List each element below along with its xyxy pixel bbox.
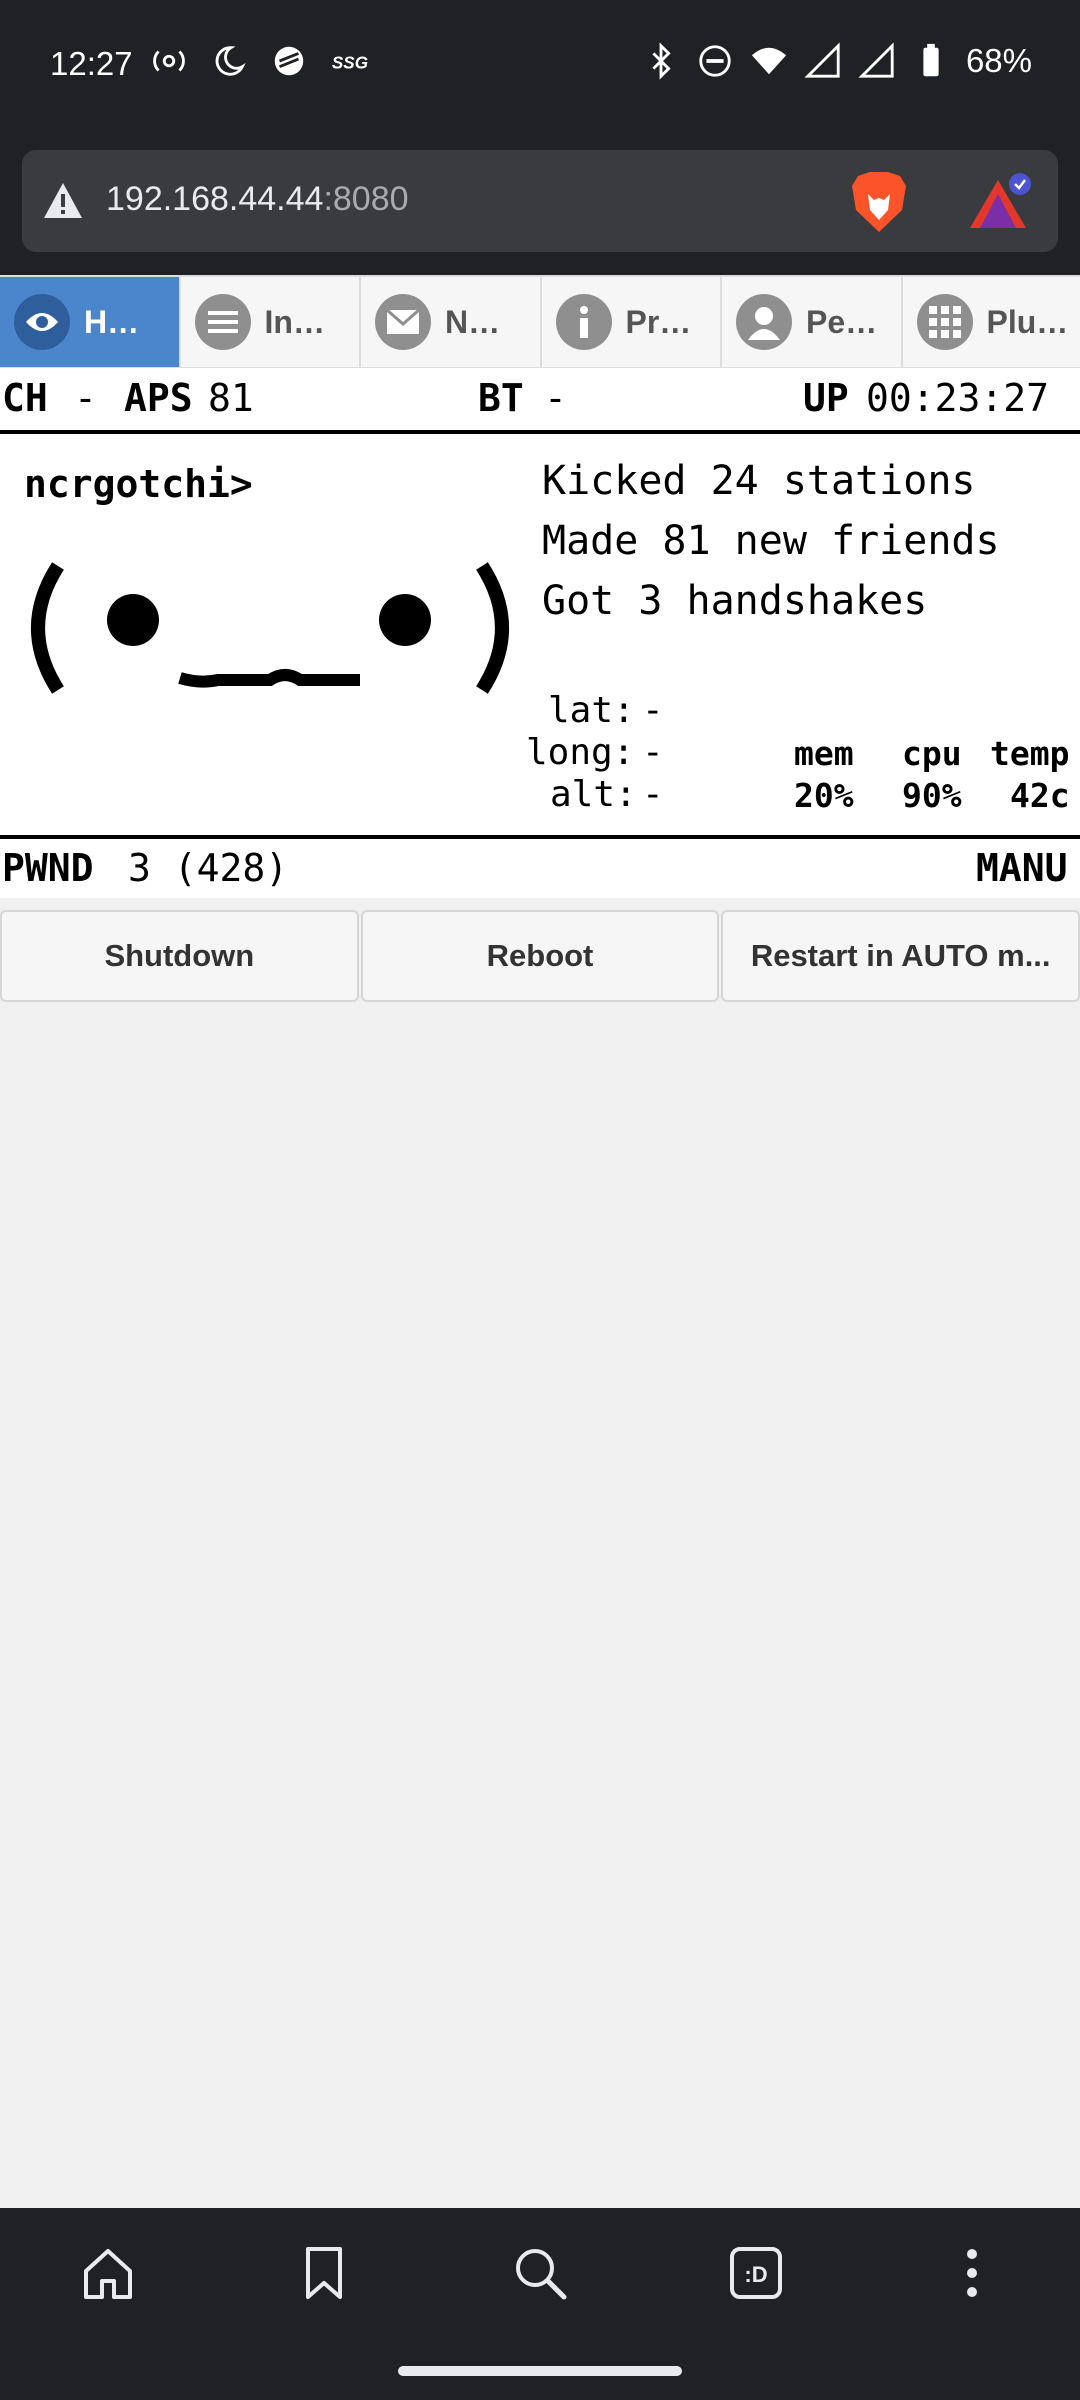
pwnd-value: 3 (428)	[128, 846, 289, 890]
bt-label: BT	[478, 376, 524, 420]
eye-icon	[14, 294, 70, 350]
wifi-icon	[751, 47, 787, 75]
tab-peers[interactable]: Pe…	[722, 277, 903, 367]
grid-icon	[916, 294, 973, 350]
tab-home[interactable]: H…	[0, 277, 181, 367]
ch-label: CH	[2, 376, 48, 420]
gesture-handle[interactable]	[398, 2366, 682, 2376]
pwnagotchi-display: CH - APS 81 BT - UP 00:23:27 ncrgotchi> …	[0, 368, 1080, 898]
lat-value: -	[642, 690, 664, 731]
tab-label: Pr…	[625, 303, 692, 340]
app-notification-icon	[274, 46, 304, 76]
brave-lion-icon[interactable]	[848, 170, 910, 234]
do-not-disturb-moon-icon	[215, 46, 246, 76]
pwnagotchi-face	[31, 562, 509, 694]
bookmark-icon[interactable]	[284, 2233, 364, 2313]
tab-label: N…	[445, 303, 501, 340]
tab-label: Plu…	[986, 303, 1069, 340]
ch-value: -	[74, 376, 97, 420]
status-line-3: Got 3 handshakes	[542, 578, 928, 624]
tab-plugins[interactable]: Plu…	[902, 277, 1080, 367]
top-divider	[0, 430, 1080, 434]
tab-inbox[interactable]: In…	[180, 277, 361, 367]
long-label: long:	[526, 732, 635, 773]
tab-label: In…	[264, 303, 325, 340]
tabs-icon-label: :D	[744, 2262, 767, 2287]
warning-triangle-icon[interactable]	[42, 180, 84, 222]
mem-label: mem	[794, 734, 854, 773]
ssg-icon: SSG	[332, 54, 368, 73]
pwnd-label: PWND	[2, 846, 94, 890]
search-icon[interactable]	[500, 2233, 580, 2313]
up-value: 00:23:27	[866, 376, 1050, 420]
tab-label: H…	[84, 303, 140, 340]
person-icon	[736, 294, 792, 350]
status-line-2: Made 81 new friends	[542, 518, 1000, 564]
restart-auto-button[interactable]: Restart in AUTO m...	[721, 910, 1080, 1002]
mode-indicator: MANU	[976, 846, 1068, 890]
brave-rewards-icon[interactable]	[968, 172, 1034, 232]
tab-profile[interactable]: Pr…	[541, 277, 722, 367]
lat-label: lat:	[548, 690, 635, 731]
signal-icon-2	[858, 42, 894, 78]
tabs-icon[interactable]: :D	[716, 2233, 796, 2313]
url-text[interactable]: 192.168.44.44:8080	[106, 180, 409, 219]
browser-toolbar: 192.168.44.44:8080	[0, 130, 1080, 275]
status-right-icons: 68%	[642, 42, 1032, 80]
hotspot-icon	[153, 50, 185, 72]
status-line-1: Kicked 24 stations	[542, 458, 976, 504]
tab-new[interactable]: N…	[361, 277, 542, 367]
url-port: :8080	[323, 180, 409, 218]
info-icon	[555, 294, 612, 350]
up-label: UP	[803, 376, 849, 420]
action-buttons: Shutdown Reboot Restart in AUTO m...	[0, 910, 1080, 1005]
battery-percent: 68%	[965, 42, 1032, 79]
cpu-value: 90%	[902, 776, 962, 815]
aps-value: 81	[208, 376, 254, 420]
browser-bottom-nav: :D	[0, 2208, 1080, 2338]
temp-label: temp	[990, 734, 1070, 773]
list-icon	[194, 294, 251, 350]
alt-label: alt:	[550, 774, 637, 815]
mem-value: 20%	[794, 776, 854, 815]
long-value: -	[642, 732, 664, 773]
unit-name: ncrgotchi>	[24, 462, 253, 506]
status-time: 12:27	[50, 45, 133, 82]
aps-label: APS	[124, 376, 193, 420]
home-icon[interactable]	[68, 2233, 148, 2313]
gesture-area	[0, 2338, 1080, 2400]
alt-value: -	[642, 774, 664, 815]
svg-text:SSG: SSG	[332, 54, 368, 73]
reboot-button[interactable]: Reboot	[360, 910, 720, 1002]
mail-icon	[375, 294, 431, 350]
bluetooth-icon	[652, 42, 671, 80]
pwnagotchi-tabs: H… In… N… Pr… Pe… Plu…	[0, 275, 1080, 368]
tab-label: Pe…	[806, 303, 878, 340]
shutdown-button[interactable]: Shutdown	[0, 910, 359, 1002]
temp-value: 42c	[1010, 776, 1070, 815]
battery-icon	[923, 43, 939, 77]
dnd-icon	[699, 45, 731, 77]
bottom-divider	[0, 835, 1080, 839]
status-bar: 12:27 SSG 68%	[0, 0, 1080, 130]
address-bar[interactable]: 192.168.44.44:8080	[22, 150, 1058, 252]
signal-icon	[804, 42, 840, 78]
more-vert-icon[interactable]	[932, 2233, 1012, 2313]
cpu-label: cpu	[902, 734, 962, 773]
url-host: 192.168.44.44	[106, 180, 324, 218]
bt-value: -	[544, 376, 567, 420]
status-left-icons: SSG	[150, 42, 368, 80]
